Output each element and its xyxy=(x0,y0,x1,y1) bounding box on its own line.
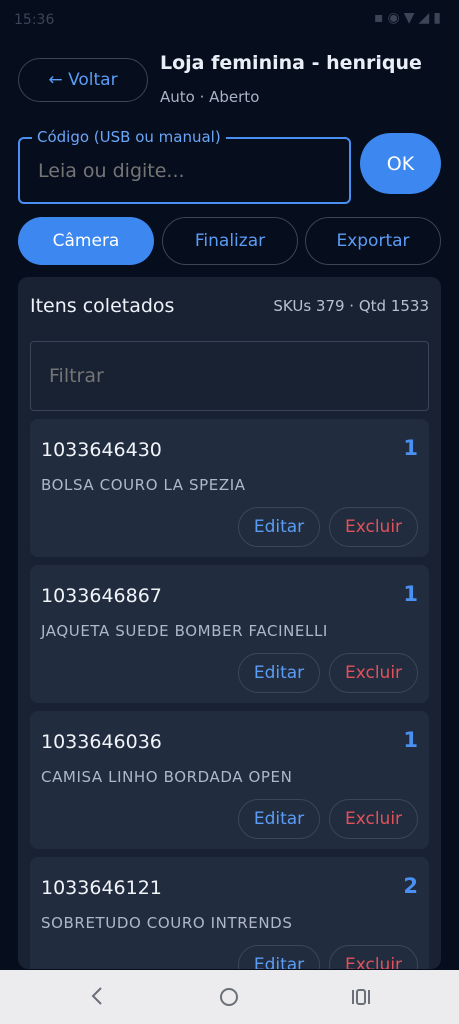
page-subtitle: Auto · Aberto xyxy=(160,88,260,106)
status-bar: 15:36 ▪◉▼◢▮ xyxy=(0,0,459,44)
list-item: 1033646121 2 SOBRETUDO COURO INTRENDS Ed… xyxy=(30,857,429,969)
code-field[interactable]: Código (USB ou manual) xyxy=(18,128,351,204)
back-button[interactable]: ← Voltar xyxy=(18,58,148,102)
item-description: SOBRETUDO COURO INTRENDS xyxy=(41,914,293,932)
edit-button[interactable]: Editar xyxy=(238,799,320,839)
signal-icon: ◢ xyxy=(418,10,434,26)
list-item: 1033646430 1 BOLSA COURO LA SPEZIA Edita… xyxy=(30,419,429,557)
delete-button[interactable]: Excluir xyxy=(329,653,418,693)
edit-button[interactable]: Editar xyxy=(238,945,320,969)
ok-button-label: OK xyxy=(386,152,415,175)
finalize-button[interactable]: Finalizar xyxy=(162,217,298,265)
item-code: 1033646036 xyxy=(41,731,162,753)
list-item: 1033646867 1 JAQUETA SUEDE BOMBER FACINE… xyxy=(30,565,429,703)
system-navigation-bar xyxy=(0,970,459,1024)
back-nav-icon[interactable] xyxy=(86,984,108,1008)
recent-apps-nav-icon[interactable] xyxy=(350,987,372,1007)
gallery-icon: ▪ xyxy=(374,10,388,26)
home-nav-icon[interactable] xyxy=(219,987,239,1007)
item-description: JAQUETA SUEDE BOMBER FACINELLI xyxy=(41,622,328,640)
item-description: CAMISA LINHO BORDADA OPEN xyxy=(41,768,293,786)
code-input[interactable] xyxy=(36,159,330,183)
status-icons: ▪◉▼◢▮ xyxy=(374,10,445,26)
back-button-label: ← Voltar xyxy=(48,70,118,90)
delete-button[interactable]: Excluir xyxy=(329,799,418,839)
item-quantity: 1 xyxy=(403,728,418,752)
panel-stats: SKUs 379 · Qtd 1533 xyxy=(273,297,429,315)
item-quantity: 1 xyxy=(403,582,418,606)
item-quantity: 1 xyxy=(403,436,418,460)
filter-input[interactable] xyxy=(47,364,411,388)
list-item: 1033646036 1 CAMISA LINHO BORDADA OPEN E… xyxy=(30,711,429,849)
item-quantity: 2 xyxy=(403,874,418,898)
export-button[interactable]: Exportar xyxy=(305,217,441,265)
item-code: 1033646430 xyxy=(41,439,162,461)
item-code: 1033646121 xyxy=(41,877,162,899)
battery-icon: ▮ xyxy=(433,10,445,26)
page-title: Loja feminina - henrique xyxy=(160,52,422,74)
location-icon: ◉ xyxy=(387,10,404,26)
panel-title: Itens coletados xyxy=(30,295,175,317)
filter-field[interactable] xyxy=(30,341,429,411)
edit-button[interactable]: Editar xyxy=(238,653,320,693)
camera-button[interactable]: Câmera xyxy=(18,217,154,265)
delete-button[interactable]: Excluir xyxy=(329,945,418,969)
delete-button[interactable]: Excluir xyxy=(329,507,418,547)
code-field-label: Código (USB ou manual) xyxy=(32,128,226,146)
wifi-icon: ▼ xyxy=(403,10,419,26)
edit-button[interactable]: Editar xyxy=(238,507,320,547)
ok-button[interactable]: OK xyxy=(360,133,441,194)
finalize-button-label: Finalizar xyxy=(194,231,266,251)
camera-button-label: Câmera xyxy=(52,231,120,251)
collected-items-panel: Itens coletados SKUs 379 · Qtd 1533 1033… xyxy=(18,277,441,969)
item-description: BOLSA COURO LA SPEZIA xyxy=(41,476,246,494)
export-button-label: Exportar xyxy=(336,231,410,251)
status-time: 15:36 xyxy=(14,12,55,28)
item-code: 1033646867 xyxy=(41,585,162,607)
